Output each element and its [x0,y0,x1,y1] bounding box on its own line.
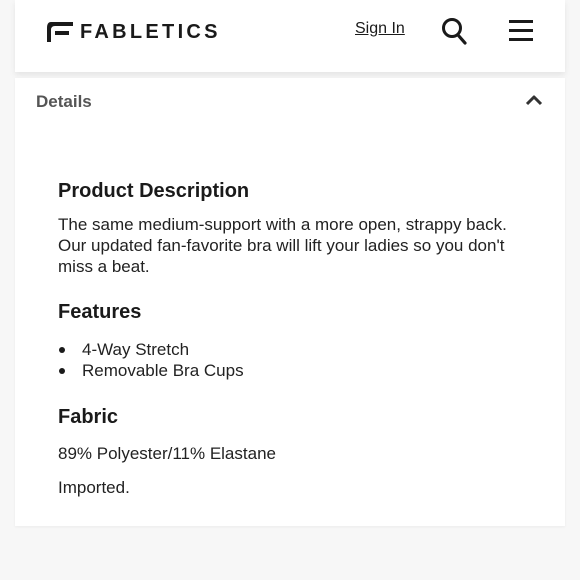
features-heading: Features [58,301,142,323]
fabletics-logo-icon[interactable] [47,20,73,42]
fabric-heading: Fabric [58,406,119,428]
details-accordion-toggle[interactable]: Details [15,78,565,126]
menu-bar [509,20,533,23]
brand-wordmark[interactable]: FABLETICS [80,21,221,44]
details-accordion-panel: Details Product Description The same med… [15,78,565,526]
details-title: Details [36,92,92,111]
bullet-icon [59,347,65,353]
features-list: 4-Way Stretch Removable Bra Cups [58,339,538,381]
menu-bar [509,38,533,41]
menu-bar [509,29,533,32]
product-description-heading: Product Description [58,180,250,202]
fabric-origin: Imported. [58,478,130,497]
site-header: FABLETICS Sign In [15,0,565,72]
sign-in-link[interactable]: Sign In [355,20,405,38]
feature-label: Removable Bra Cups [82,361,244,380]
hamburger-menu-icon[interactable] [509,18,533,42]
product-description-text: The same medium-support with a more open… [58,215,507,276]
list-item: Removable Bra Cups [58,360,538,381]
bullet-icon [59,368,65,374]
feature-label: 4-Way Stretch [82,340,190,359]
fabric-composition: 89% Polyester/11% Elastane [58,444,276,463]
details-content: Product Description The same medium-supp… [58,178,538,498]
search-icon[interactable] [441,17,467,45]
list-item: 4-Way Stretch [58,339,538,360]
chevron-up-icon[interactable] [525,94,543,106]
